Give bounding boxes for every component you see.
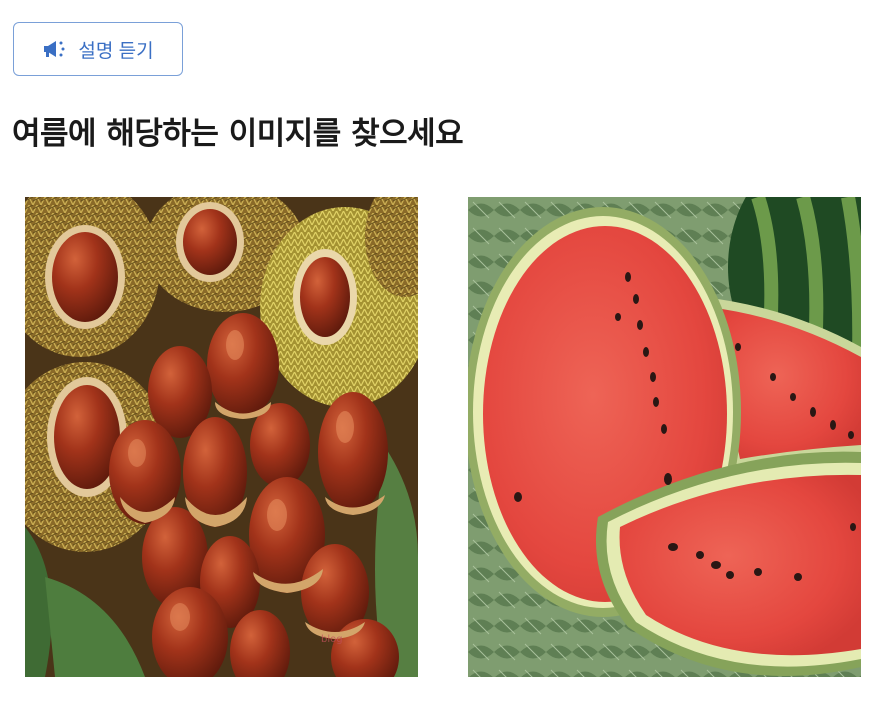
listen-explanation-button[interactable]: 설명 듣기 [13, 22, 183, 76]
watermelon-photo [468, 197, 861, 677]
chestnuts-photo: blog [25, 197, 418, 677]
megaphone-icon [42, 39, 68, 59]
choice-image-watermelon[interactable] [468, 197, 861, 677]
question-title: 여름에 해당하는 이미지를 찾으세요 [12, 116, 464, 152]
choice-image-chestnuts[interactable]: blog [25, 197, 418, 677]
photo-watermark: blog [321, 634, 343, 645]
listen-button-label: 설명 듣기 [78, 40, 154, 62]
